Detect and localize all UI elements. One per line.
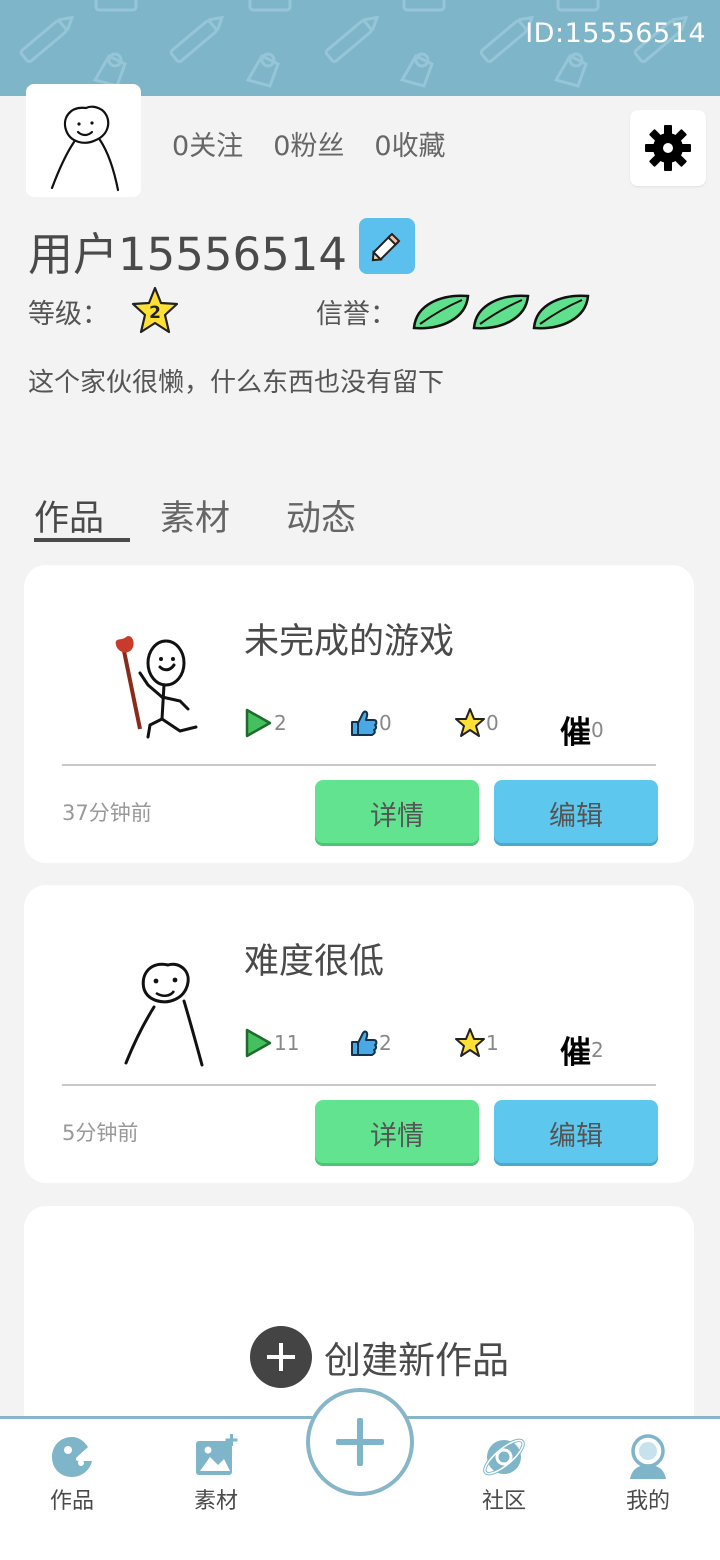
plays-count: 2 xyxy=(274,711,287,735)
edit-name-button[interactable] xyxy=(359,218,415,274)
card-divider xyxy=(62,1084,656,1086)
username: 用户15556514 xyxy=(28,228,348,281)
profile-stats: 0关注 0粉丝 0收藏 xyxy=(172,124,446,163)
profile-header-banner: ID:15556514 xyxy=(0,0,720,96)
plays-count: 11 xyxy=(274,1031,300,1055)
fans-count: 0 xyxy=(273,131,291,162)
work-title: 未完成的游戏 xyxy=(244,622,455,662)
urges-metric: 催 0 xyxy=(560,707,604,752)
material-icon xyxy=(196,1434,238,1475)
work-metrics: 2 0 0 催 0 xyxy=(244,707,624,751)
settings-button[interactable] xyxy=(630,110,706,186)
likes-count: 2 xyxy=(379,1031,392,1055)
detail-button[interactable]: 详情 xyxy=(315,1100,479,1166)
work-thumbnail xyxy=(124,962,204,1067)
user-bio: 这个家伙很懒，什么东西也没有留下 xyxy=(28,368,445,398)
create-work-button[interactable]: 创建新作品 xyxy=(250,1326,509,1388)
tab-works[interactable]: 作品 xyxy=(34,490,160,541)
works-icon xyxy=(52,1437,92,1477)
gear-icon xyxy=(645,125,691,171)
nav-create-button[interactable] xyxy=(306,1388,414,1496)
stars-count: 1 xyxy=(486,1031,499,1055)
stat-favorites[interactable]: 0收藏 xyxy=(374,124,445,163)
likes-count: 0 xyxy=(379,711,392,735)
star-icon xyxy=(455,708,485,737)
play-icon xyxy=(245,1028,272,1058)
user-id-label: ID:15556514 xyxy=(525,18,706,49)
reputation-leaves xyxy=(412,290,590,332)
community-icon xyxy=(483,1438,525,1476)
detail-button[interactable]: 详情 xyxy=(315,780,479,846)
card-divider xyxy=(62,764,656,766)
thumbs-up-icon xyxy=(351,710,378,736)
add-icon xyxy=(250,1326,312,1388)
star-icon: 2 xyxy=(131,286,179,334)
tab-activity[interactable]: 动态 xyxy=(286,490,412,541)
level-value: 2 xyxy=(149,303,161,323)
active-tab-indicator xyxy=(34,538,130,542)
urges-metric: 催 2 xyxy=(560,1027,604,1072)
stars-count: 0 xyxy=(486,711,499,735)
urges-count: 0 xyxy=(591,717,604,742)
edit-button[interactable]: 编辑 xyxy=(494,780,658,846)
level-label: 等级： xyxy=(28,299,109,330)
urges-count: 2 xyxy=(591,1037,604,1062)
urge-icon: 催 xyxy=(560,715,591,751)
avatar[interactable] xyxy=(26,84,141,197)
tab-materials[interactable]: 素材 xyxy=(160,490,286,541)
thumbs-up-icon xyxy=(351,1030,378,1056)
leaf-icon xyxy=(412,294,590,330)
reputation-label: 信誉： xyxy=(316,299,397,330)
likes-metric: 0 xyxy=(349,707,392,739)
likes-metric: 2 xyxy=(349,1027,392,1059)
avatar-drawing xyxy=(50,105,120,192)
favorites-label: 收藏 xyxy=(391,131,446,162)
plays-metric: 2 xyxy=(244,707,287,739)
level-badge: 2 xyxy=(128,284,182,342)
nav-item-materials[interactable]: 素材 xyxy=(176,1433,256,1515)
plus-icon xyxy=(336,1418,384,1466)
nav-item-profile[interactable]: 我的 xyxy=(608,1433,688,1515)
work-thumbnail xyxy=(115,636,198,739)
nav-label-works: 作品 xyxy=(49,1489,94,1514)
work-card[interactable]: 难度很低 11 2 1 催 2 5分钟前 详情 编辑 xyxy=(24,885,694,1183)
nav-item-community[interactable]: 社区 xyxy=(464,1433,544,1515)
stat-fans[interactable]: 0粉丝 xyxy=(273,124,344,163)
work-card[interactable]: 未完成的游戏 2 0 0 催 0 37分钟前 详情 编辑 xyxy=(24,565,694,863)
stat-following[interactable]: 0关注 xyxy=(172,124,243,163)
star-icon xyxy=(455,1028,485,1057)
work-title: 难度很低 xyxy=(244,942,385,982)
fans-label: 粉丝 xyxy=(290,131,345,162)
play-icon xyxy=(245,708,272,738)
nav-label-community: 社区 xyxy=(481,1489,526,1514)
favorites-count: 0 xyxy=(374,131,392,162)
profile-tabs: 作品 素材 动态 xyxy=(34,490,412,541)
stars-metric: 0 xyxy=(454,707,499,739)
work-time: 37分钟前 xyxy=(62,801,152,825)
following-count: 0 xyxy=(172,131,190,162)
edit-button[interactable]: 编辑 xyxy=(494,1100,658,1166)
work-metrics: 11 2 1 催 2 xyxy=(244,1027,624,1071)
urge-icon: 催 xyxy=(560,1035,591,1071)
nav-label-materials: 素材 xyxy=(193,1489,238,1514)
work-time: 5分钟前 xyxy=(62,1121,139,1145)
nav-label-profile: 我的 xyxy=(625,1489,670,1514)
stars-metric: 1 xyxy=(454,1027,499,1059)
nav-item-works[interactable]: 作品 xyxy=(32,1433,112,1515)
following-label: 关注 xyxy=(189,131,244,162)
pencil-icon xyxy=(371,232,401,262)
profile-icon xyxy=(630,1434,666,1479)
plays-metric: 11 xyxy=(244,1027,299,1059)
create-work-label: 创建新作品 xyxy=(324,1339,509,1382)
